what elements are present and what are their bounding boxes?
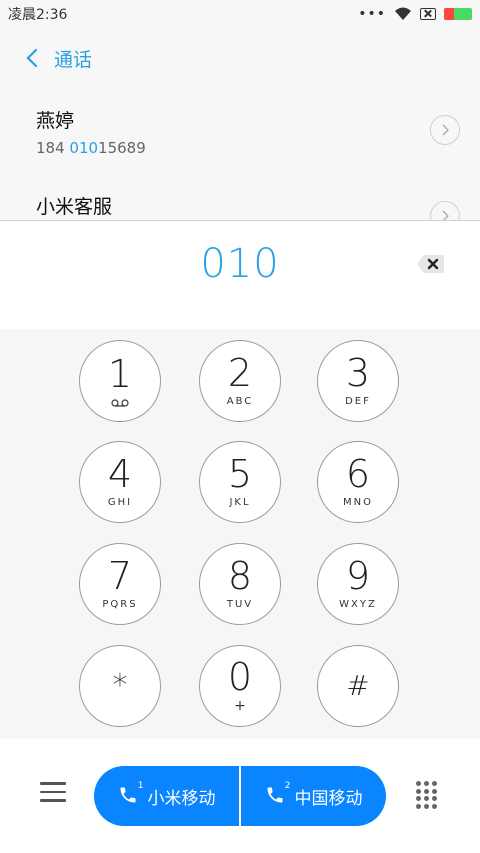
- call-sim1-button[interactable]: 1 小米移动: [94, 766, 239, 826]
- key-digit: 9: [345, 554, 371, 598]
- phone-icon: 2: [265, 781, 291, 807]
- contact-name: 小米客服: [36, 196, 113, 218]
- sim-index: 1: [137, 781, 144, 791]
- key-letters: DEF: [345, 396, 371, 407]
- key-digit: 2: [227, 351, 253, 395]
- backspace-icon[interactable]: [416, 253, 446, 275]
- back-arrow-icon: [26, 48, 38, 68]
- key-star[interactable]: *: [79, 645, 161, 727]
- dialpad-icon[interactable]: [416, 781, 438, 809]
- key-1[interactable]: 1: [79, 340, 161, 422]
- key-letters: TUV: [226, 599, 254, 610]
- status-time: 凌晨2:36: [8, 7, 68, 23]
- page-title: 通话: [54, 48, 93, 71]
- contact-detail-button[interactable]: [430, 201, 460, 221]
- sim-index: 2: [284, 781, 291, 791]
- contact-row[interactable]: 小米客服: [0, 174, 480, 221]
- contact-row[interactable]: 燕婷 184 01015689: [0, 88, 480, 174]
- key-letters: PQRS: [102, 599, 138, 610]
- key-digit: 4: [107, 452, 133, 496]
- key-2[interactable]: 2 ABC: [199, 340, 281, 422]
- number-prefix: 184: [36, 139, 70, 157]
- contact-number: 184 01015689: [36, 139, 444, 157]
- key-6[interactable]: 6 MNO: [317, 441, 399, 523]
- wifi-icon: [395, 7, 411, 20]
- key-5[interactable]: 5 JKL: [199, 441, 281, 523]
- key-letters: JKL: [229, 497, 251, 508]
- key-3[interactable]: 3 DEF: [317, 340, 399, 422]
- call-sim1-label: 小米移动: [147, 788, 216, 809]
- key-9[interactable]: 9 WXYZ: [317, 543, 399, 625]
- key-digit: 1: [107, 352, 133, 396]
- contact-results: 燕婷 184 01015689 小米客服: [0, 88, 480, 221]
- number-match: 010: [69, 139, 99, 157]
- dialed-number[interactable]: 010: [0, 241, 480, 287]
- voicemail-icon: [111, 399, 129, 407]
- status-bar: 凌晨2:36 •••: [0, 0, 480, 28]
- more-dots-icon: •••: [358, 6, 386, 22]
- contact-name: 燕婷: [36, 110, 75, 132]
- key-4[interactable]: 4 GHI: [79, 441, 161, 523]
- key-digit: 7: [107, 554, 133, 598]
- key-7[interactable]: 7 PQRS: [79, 543, 161, 625]
- key-0[interactable]: 0 +: [199, 645, 281, 727]
- phone-icon: 1: [118, 781, 144, 807]
- number-suffix: 15689: [98, 139, 146, 157]
- sim-disabled-icon: [420, 8, 436, 20]
- key-letters: ABC: [226, 396, 254, 407]
- dialpad: 1 2 ABC 3 DEF 4 GHI 5 JKL 6 MNO 7 PQRS 8…: [0, 329, 480, 739]
- key-hash[interactable]: #: [317, 645, 399, 727]
- call-button-group: 1 小米移动 2 中国移动: [94, 766, 386, 826]
- key-letters: MNO: [343, 497, 373, 508]
- key-8[interactable]: 8 TUV: [199, 543, 281, 625]
- key-letters: +: [234, 698, 246, 714]
- key-digit: 6: [345, 452, 371, 496]
- dial-input-area: 010: [0, 221, 480, 329]
- menu-icon[interactable]: [40, 782, 66, 804]
- key-digit: 0: [227, 655, 253, 699]
- key-digit: *: [112, 668, 128, 703]
- battery-icon: [444, 8, 472, 20]
- call-sim2-label: 中国移动: [294, 788, 363, 809]
- bottom-bar: 1 小米移动 2 中国移动: [0, 739, 480, 853]
- status-icons: •••: [358, 6, 472, 22]
- header: 通话: [0, 28, 480, 88]
- back-button[interactable]: [10, 36, 54, 80]
- chevron-right-icon: [442, 124, 449, 136]
- key-digit: 5: [227, 452, 253, 496]
- key-letters: GHI: [107, 497, 133, 508]
- key-digit: 8: [227, 554, 253, 598]
- key-digit: 3: [345, 351, 371, 395]
- key-digit: #: [346, 669, 370, 702]
- key-letters: WXYZ: [339, 599, 377, 610]
- call-sim2-button[interactable]: 2 中国移动: [241, 766, 386, 826]
- contact-detail-button[interactable]: [430, 115, 460, 145]
